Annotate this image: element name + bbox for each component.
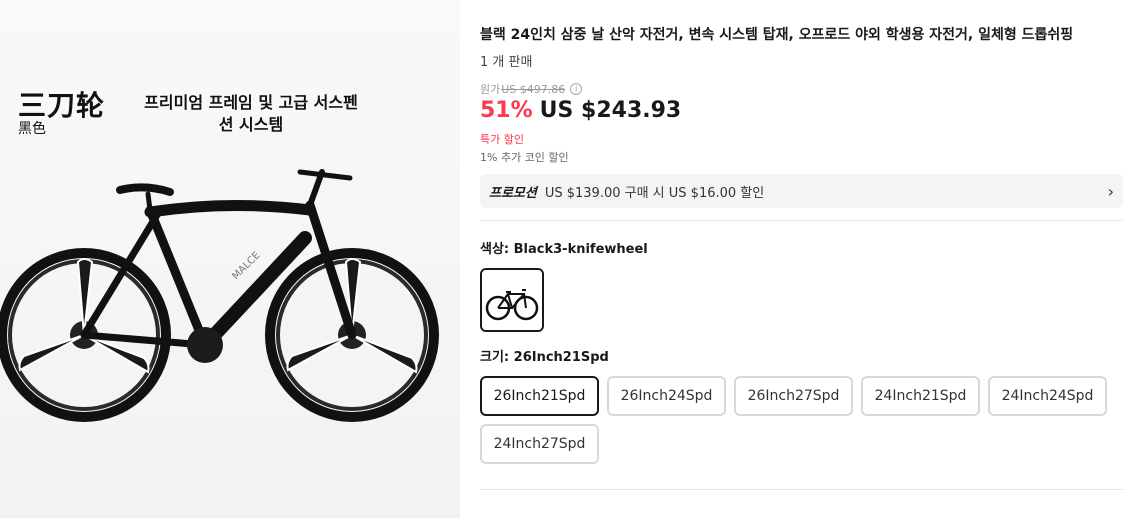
size-option[interactable]: 24Inch27Spd	[480, 424, 599, 464]
promotion-banner[interactable]: 프로모션 US $139.00 구매 시 US $16.00 할인 ›	[480, 174, 1123, 208]
special-deal-badge: 특가 할인	[480, 133, 524, 146]
color-label: 색상: Black3-knifewheel	[480, 242, 648, 257]
price-row: 51% US $243.93	[480, 98, 681, 123]
size-option[interactable]: 24Inch21Spd	[861, 376, 980, 416]
original-price-row: 원가 US $497.86 i	[480, 81, 583, 97]
info-icon[interactable]: i	[570, 83, 583, 95]
original-price: US $497.86	[501, 82, 566, 96]
chevron-right-icon[interactable]: ›	[1108, 182, 1114, 201]
original-price-label: 원가	[480, 83, 501, 96]
image-overlay-ko-line1: 프리미엄 프레임 및 고급 서스펜	[144, 93, 358, 112]
frame-brand-text: MALCE	[230, 250, 262, 282]
sold-count: 1 개 판매	[480, 55, 533, 70]
size-option[interactable]: 26Inch24Spd	[607, 376, 726, 416]
bicycle-thumbnail	[482, 270, 542, 330]
divider	[480, 220, 1123, 221]
image-overlay-ko-line2: 션 시스템	[218, 115, 284, 134]
promotion-tag: 프로모션	[489, 185, 537, 201]
size-option[interactable]: 26Inch21Spd	[480, 376, 599, 416]
discount-percent: 51%	[480, 98, 533, 123]
divider	[480, 489, 1123, 490]
image-overlay-cn-sub: 黑色	[18, 121, 46, 137]
product-image[interactable]: 三刀轮 黑色 프리미엄 프레임 및 고급 서스펜 션 시스템 MALCE	[0, 0, 460, 518]
size-option[interactable]: 24Inch24Spd	[988, 376, 1107, 416]
product-title: 블랙 24인치 삼중 날 산악 자전거, 변속 시스템 탑재, 오프로드 야외 …	[480, 27, 1074, 43]
size-label: 크기: 26Inch21Spd	[480, 350, 609, 365]
promotion-text: US $139.00 구매 시 US $16.00 할인	[544, 185, 765, 201]
current-price: US $243.93	[539, 98, 682, 123]
size-option[interactable]: 26Inch27Spd	[734, 376, 853, 416]
crankset	[187, 327, 223, 363]
bicycle-illustration: MALCE	[0, 169, 439, 422]
coin-discount-text: 1% 추가 코인 할인	[480, 151, 569, 164]
image-overlay-ko-text: 프리미엄 프레임 및 고급 서스펜 션 시스템	[116, 92, 386, 136]
color-swatch-black3-knifewheel[interactable]	[480, 268, 544, 332]
